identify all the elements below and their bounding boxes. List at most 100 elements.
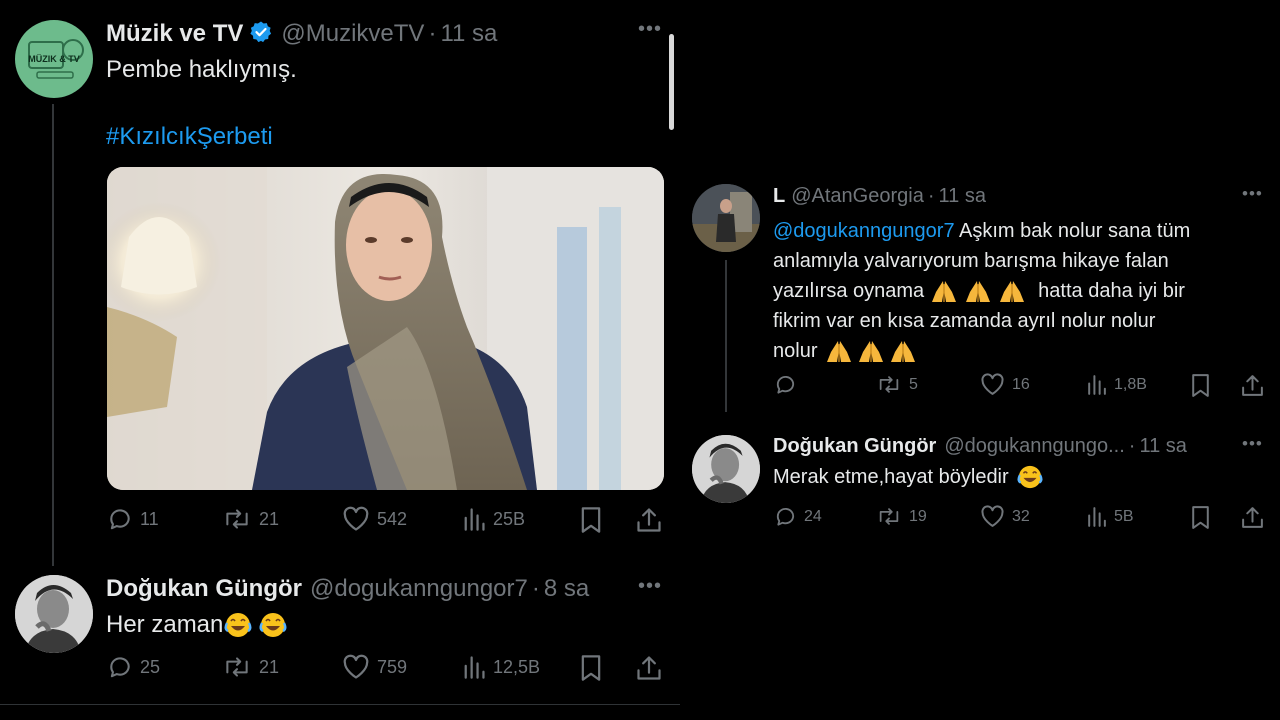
bookmark-button[interactable]: [579, 506, 603, 534]
verified-icon: [249, 20, 273, 51]
share-button[interactable]: [636, 654, 662, 682]
views-icon: [1088, 507, 1106, 527]
share-button[interactable]: [1241, 373, 1264, 398]
like-button[interactable]: 759: [342, 654, 407, 680]
reply-button[interactable]: 25: [107, 654, 160, 680]
thread-line: [725, 260, 727, 412]
bookmark-button[interactable]: [1190, 373, 1211, 398]
share-button[interactable]: [636, 506, 662, 534]
tweet-text-line: nolur: [773, 340, 818, 362]
retweet-button[interactable]: 5: [876, 373, 918, 396]
retweet-icon: [879, 376, 899, 393]
laugh-emoji: [224, 613, 252, 637]
like-button[interactable]: 32: [980, 505, 1030, 528]
tweet-atangeorgia[interactable]: L @AtanGeorgia · 11 sa ••• @dogukanngung…: [680, 180, 1280, 412]
scrollbar[interactable]: [669, 34, 674, 130]
share-icon: [637, 656, 661, 680]
like-button[interactable]: 16: [980, 373, 1030, 396]
more-icon[interactable]: •••: [1242, 184, 1263, 204]
share-icon: [1242, 375, 1263, 396]
tweet-muzikvetv[interactable]: MÜZIK & TV Müzik ve TV @MuzikveTV · 11 s…: [0, 0, 680, 566]
tweet-dogukan-right[interactable]: Doğukan Güngör @dogukanngungo... · 11 sa…: [680, 430, 1280, 540]
tweet-text: Pembe haklıymış.: [106, 56, 297, 83]
display-name[interactable]: Doğukan Güngör: [773, 435, 936, 458]
tweet-header: L @AtanGeorgia · 11 sa: [773, 185, 986, 208]
handle[interactable]: @AtanGeorgia: [791, 185, 924, 208]
avatar[interactable]: MÜZIK & TV: [15, 20, 93, 98]
tweet-image[interactable]: [107, 167, 664, 490]
laugh-emoji: [1017, 465, 1043, 489]
left-screenshot: MÜZIK & TV Müzik ve TV @MuzikveTV · 11 s…: [0, 0, 680, 720]
views-button[interactable]: 1,8B: [1086, 373, 1147, 396]
pray-emoji: [966, 281, 991, 302]
bookmark-icon: [581, 655, 601, 681]
like-icon: [981, 373, 1004, 395]
display-name[interactable]: L: [773, 185, 785, 208]
tweet-text-block: Merak etme,hayat böyledir: [773, 464, 1045, 490]
mention-link[interactable]: @dogukanngungor7: [773, 220, 955, 242]
views-icon: [464, 508, 485, 531]
retweet-icon: [879, 508, 899, 525]
like-count: 32: [1012, 507, 1030, 525]
tweet-text-block: Her zaman: [106, 611, 291, 639]
separator-dot: ·: [1128, 435, 1136, 457]
avatar[interactable]: [15, 575, 93, 653]
handle[interactable]: @dogukanngungor7: [310, 575, 528, 603]
timestamp[interactable]: 11 sa: [1139, 435, 1186, 458]
display-name[interactable]: Doğukan Güngör: [106, 575, 302, 603]
bookmark-button[interactable]: [579, 654, 603, 682]
retweet-count: 21: [259, 508, 280, 529]
share-icon: [1242, 507, 1263, 528]
reply-count: 25: [140, 656, 161, 677]
handle[interactable]: @MuzikveTV: [281, 20, 424, 48]
pray-emoji: [1000, 281, 1025, 302]
views-button[interactable]: 25B: [462, 506, 525, 532]
share-icon: [637, 508, 661, 532]
tweet-dogukan-reply[interactable]: Doğukan Güngör @dogukanngungor7 · 8 sa •…: [0, 565, 680, 705]
avatar-photo: [692, 184, 760, 252]
more-icon[interactable]: •••: [638, 575, 662, 598]
hashtag-link[interactable]: #KızılcıkŞerbeti: [106, 123, 273, 151]
tweet-text: Merak etme,hayat böyledir: [773, 465, 1009, 488]
reply-button[interactable]: 24: [774, 505, 822, 528]
more-icon[interactable]: •••: [638, 18, 662, 41]
retweet-icon: [226, 657, 248, 677]
bookmark-icon: [581, 507, 601, 533]
views-button[interactable]: 5B: [1086, 505, 1134, 528]
timestamp[interactable]: 8 sa: [544, 575, 589, 603]
display-name[interactable]: Müzik ve TV: [106, 20, 243, 48]
reply-icon: [110, 509, 130, 530]
reply-button[interactable]: 11: [107, 506, 159, 532]
like-icon: [343, 654, 369, 679]
tweet-header: Doğukan Güngör @dogukanngungo... · 11 sa: [773, 435, 1187, 458]
laugh-emoji: [259, 613, 287, 637]
timestamp[interactable]: 11 sa: [939, 185, 986, 208]
reply-count: 11: [140, 508, 159, 529]
reply-button[interactable]: [774, 373, 804, 396]
views-icon: [1088, 375, 1106, 395]
timestamp[interactable]: 11 sa: [440, 20, 497, 48]
views-icon: [464, 656, 485, 679]
handle[interactable]: @dogukanngungo...: [944, 435, 1124, 458]
views-count: 25B: [493, 508, 526, 529]
right-screenshot: L @AtanGeorgia · 11 sa ••• @dogukanngung…: [680, 0, 1280, 720]
views-count: 12,5B: [493, 656, 541, 677]
retweet-button[interactable]: 21: [222, 654, 279, 680]
like-count: 759: [377, 656, 408, 677]
avatar[interactable]: [692, 435, 760, 503]
avatar[interactable]: [692, 184, 760, 252]
photo-woman-headscarf: [107, 167, 664, 490]
retweet-count: 21: [259, 656, 280, 677]
views-count: 5B: [1114, 507, 1134, 525]
retweet-button[interactable]: 21: [222, 506, 279, 532]
more-icon[interactable]: •••: [1242, 434, 1263, 454]
bookmark-button[interactable]: [1190, 505, 1211, 530]
retweet-button[interactable]: 19: [876, 505, 927, 528]
like-button[interactable]: 542: [342, 506, 407, 532]
views-button[interactable]: 12,5B: [462, 654, 540, 680]
divider: [0, 704, 680, 705]
tweet-text-line: yazılırsa oynama: [773, 280, 925, 302]
share-button[interactable]: [1241, 505, 1264, 530]
like-icon: [981, 505, 1004, 527]
reply-icon: [776, 507, 795, 526]
